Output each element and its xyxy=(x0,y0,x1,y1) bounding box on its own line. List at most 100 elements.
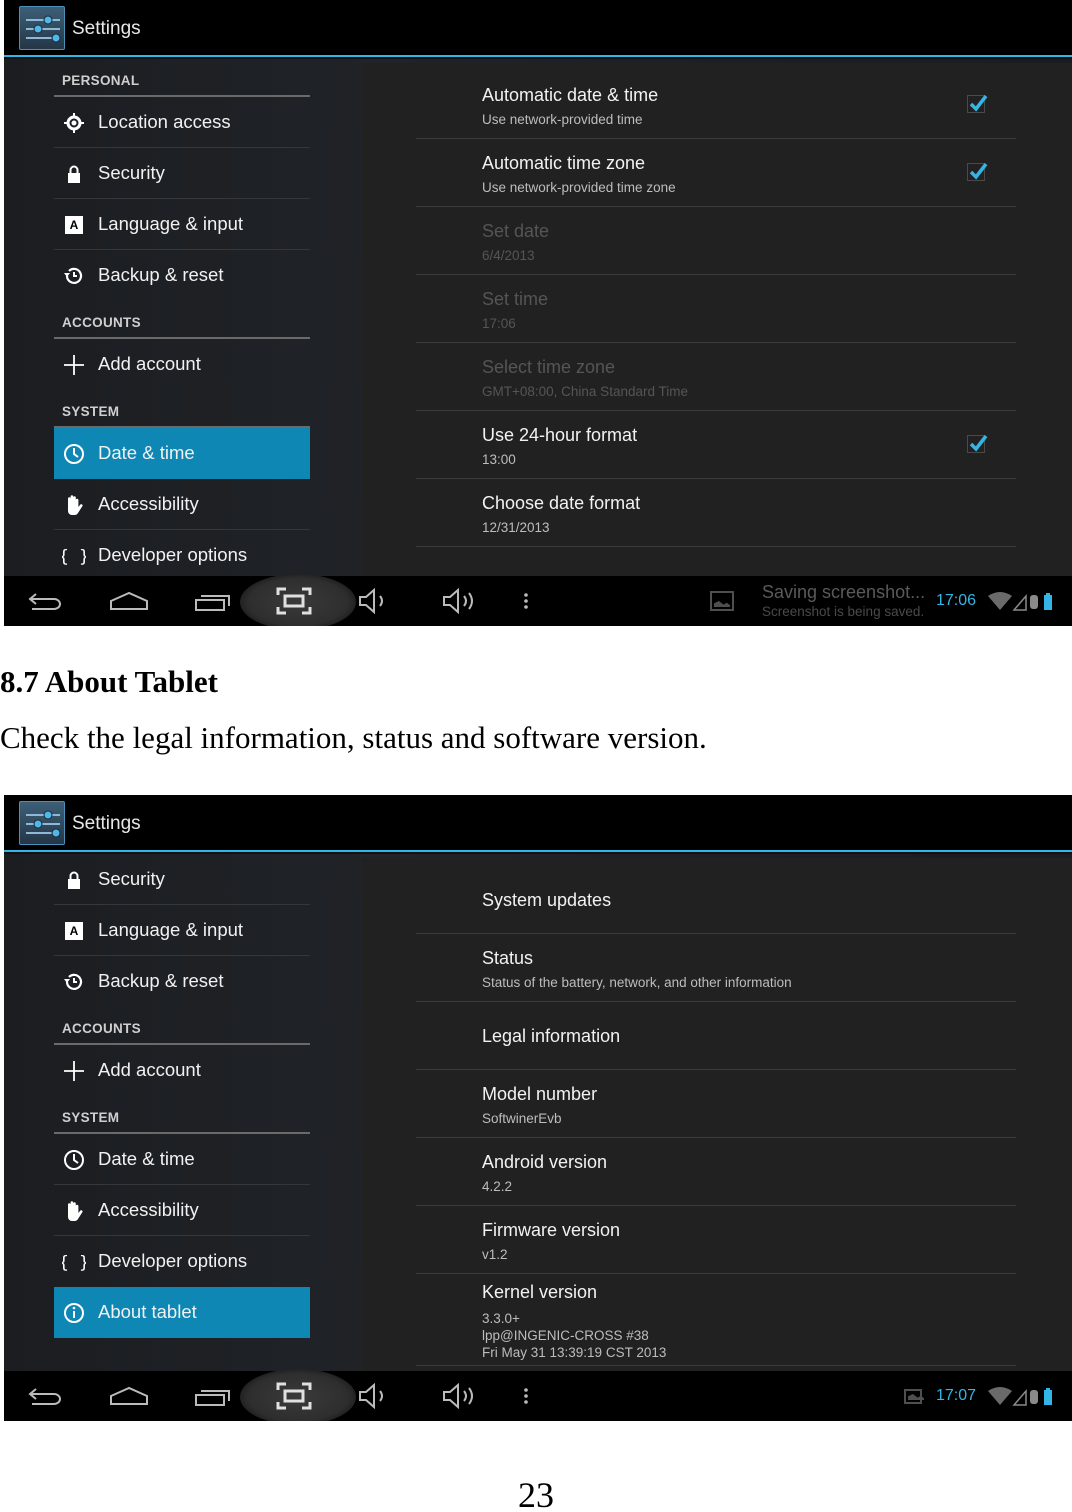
settings-screenshot-about-tablet: Settings Security A Language & input Backup… xyxy=(4,795,1072,1421)
sidebar-item-about-tablet[interactable]: About tablet xyxy=(54,1287,310,1338)
clock-icon xyxy=(62,442,86,466)
hand-icon xyxy=(62,1199,86,1223)
settings-app-icon[interactable] xyxy=(19,6,65,50)
screenshot-notification[interactable]: Saving screenshot... Screenshot is being… xyxy=(698,576,938,626)
sidebar-item-language-and-input[interactable]: A Language & input xyxy=(54,199,310,250)
pref-use-24-hour-format[interactable]: Use 24-hour format 13:00 xyxy=(416,411,1016,479)
language-icon: A xyxy=(62,919,86,943)
back-button[interactable] xyxy=(24,1380,68,1412)
menu-button[interactable] xyxy=(504,585,548,617)
menu-button[interactable] xyxy=(504,1380,548,1412)
recent-apps-button[interactable] xyxy=(191,1380,235,1412)
volume-up-button[interactable] xyxy=(440,585,484,617)
sidebar-item-security[interactable]: Security xyxy=(54,854,310,905)
pref-summary: 4.2.2 xyxy=(482,1179,513,1194)
settings-sidebar: PERSONAL Location access Security A Language… xyxy=(54,59,310,576)
pref-title: Set time xyxy=(482,289,549,309)
gallery-icon xyxy=(710,591,734,611)
sidebar-item-backup-and-reset[interactable]: Backup & reset xyxy=(54,956,310,1007)
app-title: Settings xyxy=(72,18,141,39)
lock-icon xyxy=(62,162,86,186)
sidebar-item-label: Add account xyxy=(98,1059,201,1080)
home-button[interactable] xyxy=(107,585,151,617)
system-status-icons[interactable] xyxy=(986,590,1066,617)
section-header-label: SYSTEM xyxy=(62,1110,120,1125)
wifi-icon xyxy=(988,592,1012,610)
wifi-icon xyxy=(988,1387,1012,1405)
system-status-icons[interactable] xyxy=(986,1385,1066,1412)
battery-icon xyxy=(1044,1390,1052,1405)
sidebar-item-label: Location access xyxy=(98,111,231,132)
pref-title: Select time zone xyxy=(482,357,616,377)
app-title: Settings xyxy=(72,813,141,834)
pref-title: Automatic time zone xyxy=(482,153,646,173)
navigation-bar: 17:07 xyxy=(4,1369,1072,1421)
status-clock: 17:06 xyxy=(936,592,977,609)
sidebar-item-accessibility[interactable]: Accessibility xyxy=(54,479,310,530)
sidebar-item-label: Backup & reset xyxy=(98,970,224,991)
sidebar-item-language-and-input[interactable]: A Language & input xyxy=(54,905,310,956)
pref-kernel-version[interactable]: Kernel version 3.3.0+ lpp@INGENIC-CROSS #3… xyxy=(416,1274,1016,1366)
pref-android-version[interactable]: Android version 4.2.2 xyxy=(416,1138,1016,1206)
sidebar-item-add-account[interactable]: Add account xyxy=(54,339,310,390)
plus-icon xyxy=(62,1059,86,1083)
sidebar-item-developer-options[interactable]: { } Developer options xyxy=(54,530,310,581)
pref-firmware-version[interactable]: Firmware version v1.2 xyxy=(416,1206,1016,1274)
pref-summary: Use network-provided time zone xyxy=(482,180,676,195)
pref-automatic-date-and-time[interactable]: Automatic date & time Use network-provide… xyxy=(416,71,1016,139)
battery-icon xyxy=(1044,595,1052,610)
sidebar-item-date-and-time[interactable]: Date & time xyxy=(54,428,310,479)
status-clock: 17:07 xyxy=(936,1387,977,1404)
checkbox[interactable] xyxy=(967,94,988,113)
svg-text:{ }: { } xyxy=(62,1253,86,1273)
checkbox[interactable] xyxy=(967,162,988,181)
sidebar-item-label: Backup & reset xyxy=(98,264,224,285)
sidebar-item-label: Developer options xyxy=(98,544,248,565)
volume-down-button[interactable] xyxy=(354,1380,398,1412)
pref-summary: v1.2 xyxy=(482,1247,508,1262)
recent-apps-button[interactable] xyxy=(191,585,235,617)
pref-system-updates[interactable]: System updates xyxy=(416,866,1016,934)
pref-title: System updates xyxy=(482,890,612,910)
home-button[interactable] xyxy=(107,1380,151,1412)
pref-choose-date-format[interactable]: Choose date format 12/31/2013 xyxy=(416,479,1016,547)
volume-up-button[interactable] xyxy=(440,1380,484,1412)
lock-icon xyxy=(62,868,86,892)
volume-down-button[interactable] xyxy=(354,585,398,617)
pref-legal-information[interactable]: Legal information xyxy=(416,1002,1016,1070)
sidebar-section-header: SYSTEM xyxy=(54,390,310,428)
braces-icon: { } xyxy=(59,544,90,568)
screenshot-button[interactable] xyxy=(272,1380,316,1412)
sidebar-item-label: Security xyxy=(98,162,165,183)
pref-title: Firmware version xyxy=(482,1220,621,1240)
sidebar-item-location-access[interactable]: Location access xyxy=(54,97,310,148)
settings-app-icon[interactable] xyxy=(19,801,65,845)
sidebar-item-backup-and-reset[interactable]: Backup & reset xyxy=(54,250,310,301)
pref-summary: 17:06 xyxy=(482,316,516,331)
sidebar-item-security[interactable]: Security xyxy=(54,148,310,199)
pref-status[interactable]: Status Status of the battery, network, an… xyxy=(416,934,1016,1002)
pref-model-number[interactable]: Model number SoftwinerEvb xyxy=(416,1070,1016,1138)
settings-content: Security A Language & input Backup & reset A… xyxy=(4,854,1072,1371)
back-button[interactable] xyxy=(24,585,68,617)
pref-summary: Status of the battery, network, and othe… xyxy=(482,975,792,990)
svg-text:{ }: { } xyxy=(62,547,86,567)
pref-set-date: Set date 6/4/2013 xyxy=(416,207,1016,275)
sidebar-item-label: Language & input xyxy=(98,919,244,940)
section-heading: 8.7 About Tablet xyxy=(0,664,218,699)
checkbox[interactable] xyxy=(967,434,988,453)
pref-automatic-time-zone[interactable]: Automatic time zone Use network-provided … xyxy=(416,139,1016,207)
sidebar-item-developer-options[interactable]: { } Developer options xyxy=(54,1236,310,1287)
pref-title: Set date xyxy=(482,221,550,241)
bluetooth-icon xyxy=(1030,1390,1038,1404)
sidebar-item-date-and-time[interactable]: Date & time xyxy=(54,1134,310,1185)
gallery-notification-icon[interactable] xyxy=(904,1389,922,1404)
sidebar-item-add-account[interactable]: Add account xyxy=(54,1045,310,1096)
sidebar-section-header: SYSTEM xyxy=(54,1096,310,1134)
screenshot-button[interactable] xyxy=(272,585,316,617)
svg-text:A: A xyxy=(70,924,79,938)
sidebar-item-label: Accessibility xyxy=(98,493,199,514)
sidebar-item-accessibility[interactable]: Accessibility xyxy=(54,1185,310,1236)
settings-screenshot-date-time: Settings PERSONAL Location access Security… xyxy=(4,0,1072,626)
action-bar: Settings xyxy=(4,795,1072,852)
